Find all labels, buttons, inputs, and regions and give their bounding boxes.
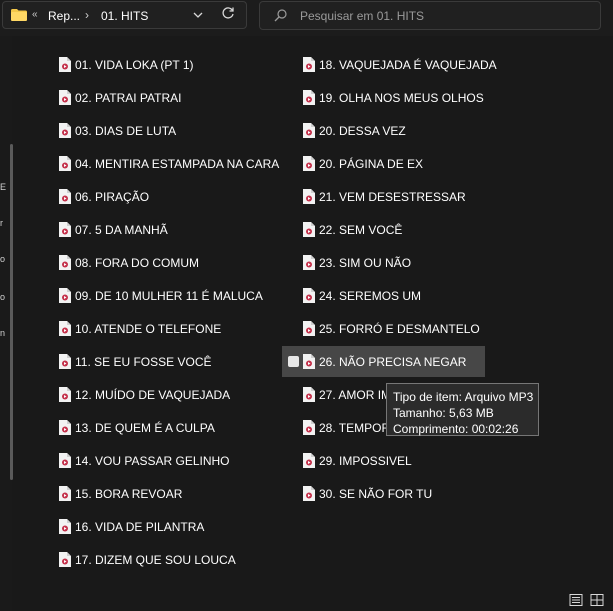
breadcrumb-parent[interactable]: Rep...	[48, 9, 80, 23]
file-name: 25. FORRÓ E DESMANTELO	[319, 322, 480, 336]
file-name: 23. SIM OU NÃO	[319, 256, 412, 270]
nav-item-fragment[interactable]: o	[0, 292, 5, 302]
file-name: 22. SEM VOCÊ	[319, 223, 403, 237]
audio-file-icon	[59, 123, 71, 138]
nav-item-fragment[interactable]: o	[0, 254, 5, 264]
audio-file-icon	[303, 453, 315, 468]
file-name: 15. BORA REVOAR	[75, 487, 183, 501]
audio-file-icon	[59, 321, 71, 336]
file-name: 24. SEREMOS UM	[319, 289, 422, 303]
breadcrumb-current[interactable]: 01. HITS	[101, 9, 148, 23]
audio-file-icon	[59, 552, 71, 567]
file-name: 30. SE NÃO FOR TU	[319, 487, 433, 501]
search-box[interactable]: Pesquisar em 01. HITS	[259, 1, 601, 30]
file-name: 17. DIZEM QUE SOU LOUCA	[75, 553, 236, 567]
tooltip-item-type: Tipo de item: Arquivo MP3	[393, 390, 534, 404]
audio-file-icon	[303, 222, 315, 237]
navigation-scrollbar[interactable]	[10, 144, 13, 480]
file-name: 07. 5 DA MANHÃ	[75, 223, 168, 237]
audio-file-icon	[59, 387, 71, 402]
audio-file-icon	[59, 486, 71, 501]
audio-file-icon	[303, 123, 315, 138]
file-name: 13. DE QUEM É A CULPA	[75, 421, 215, 435]
file-name: 09. DE 10 MULHER 11 É MALUCA	[75, 289, 263, 303]
audio-file-icon	[59, 288, 71, 303]
file-name: 19. OLHA NOS MEUS OLHOS	[319, 91, 484, 105]
audio-file-icon	[59, 519, 71, 534]
item-checkbox[interactable]	[288, 356, 299, 367]
tooltip-length: Comprimento: 00:02:26	[393, 422, 519, 436]
file-name: 20. DESSA VEZ	[319, 124, 406, 138]
details-view-icon[interactable]	[569, 593, 583, 607]
file-name: 27. AMOR IM	[319, 388, 392, 402]
tiles-view-icon[interactable]	[590, 593, 604, 607]
audio-file-icon	[59, 255, 71, 270]
audio-file-icon	[303, 354, 315, 369]
file-info-tooltip: Tipo de item: Arquivo MP3 Tamanho: 5,63 …	[386, 383, 539, 436]
file-name: 12. MUÍDO DE VAQUEJADA	[75, 388, 231, 402]
audio-file-icon	[303, 57, 315, 72]
audio-file-icon	[59, 420, 71, 435]
audio-file-icon	[59, 57, 71, 72]
chevron-down-icon[interactable]	[191, 9, 205, 21]
file-name: 06. PIRAÇÃO	[75, 190, 150, 204]
file-name: 20. PÁGINA DE EX	[319, 157, 424, 171]
address-bar[interactable]: « Rep... › 01. HITS	[2, 1, 247, 29]
file-name: 11. SE EU FOSSE VOCÊ	[75, 355, 212, 369]
audio-file-icon	[303, 387, 315, 402]
file-name: 16. VIDA DE PILANTRA	[75, 520, 205, 534]
audio-file-icon	[59, 453, 71, 468]
file-name: 10. ATENDE O TELEFONE	[75, 322, 222, 336]
file-name: 08. FORA DO COMUM	[75, 256, 200, 270]
file-name: 26. NÃO PRECISA NEGAR	[319, 355, 467, 369]
audio-file-icon	[303, 90, 315, 105]
search-input[interactable]: Pesquisar em 01. HITS	[300, 9, 424, 23]
audio-file-icon	[59, 189, 71, 204]
audio-file-icon	[303, 321, 315, 336]
breadcrumb-overflow[interactable]: «	[32, 9, 38, 20]
audio-file-icon	[59, 90, 71, 105]
file-name: 14. VOU PASSAR GELINHO	[75, 454, 230, 468]
audio-file-icon	[303, 420, 315, 435]
audio-file-icon	[59, 354, 71, 369]
file-item-selected[interactable]: 26. NÃO PRECISA NEGAR	[282, 346, 485, 377]
file-name: 03. DIAS DE LUTA	[75, 124, 177, 138]
audio-file-icon	[303, 189, 315, 204]
file-name: 02. PATRAI PATRAI	[75, 91, 182, 105]
refresh-icon[interactable]	[221, 6, 235, 20]
file-name: 18. VAQUEJADA É VAQUEJADA	[319, 58, 497, 72]
tooltip-size: Tamanho: 5,63 MB	[393, 406, 494, 420]
breadcrumb-separator[interactable]: ›	[85, 8, 89, 22]
audio-file-icon	[303, 486, 315, 501]
audio-file-icon	[303, 255, 315, 270]
file-name: 04. MENTIRA ESTAMPADA NA CARA	[75, 157, 280, 171]
audio-file-icon	[59, 156, 71, 171]
audio-file-icon	[303, 288, 315, 303]
nav-item-fragment[interactable]: E	[0, 182, 6, 192]
top-bar: « Rep... › 01. HITS Pesquisar em 01. HIT…	[0, 0, 613, 36]
folder-icon	[11, 9, 27, 21]
search-icon	[274, 9, 287, 22]
nav-item-fragment[interactable]: r	[0, 218, 3, 228]
nav-item-fragment[interactable]: n	[0, 328, 5, 338]
file-name: 21. VEM DESESTRESSAR	[319, 190, 466, 204]
file-name: 01. VIDA LOKA (PT 1)	[75, 58, 194, 72]
audio-file-icon	[59, 222, 71, 237]
file-name: 29. IMPOSSIVEL	[319, 454, 412, 468]
audio-file-icon	[303, 156, 315, 171]
